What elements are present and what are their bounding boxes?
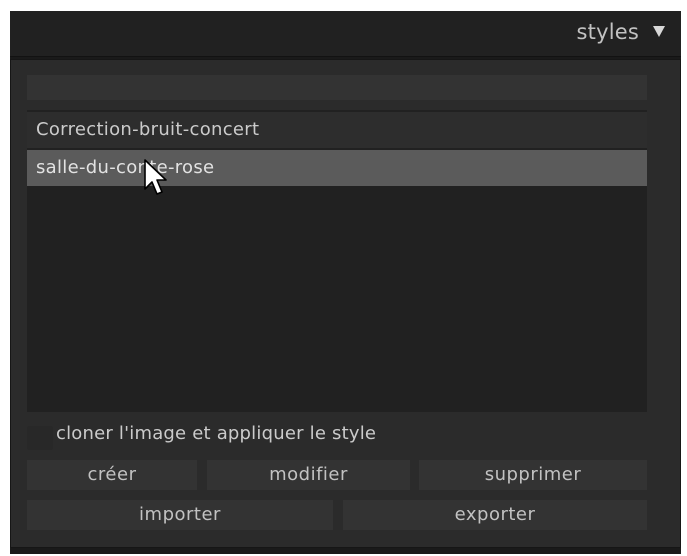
create-button[interactable]: créer xyxy=(27,460,197,490)
mouse-cursor-icon xyxy=(144,159,167,195)
module-header[interactable]: styles xyxy=(10,11,681,57)
styles-list[interactable]: Correction-bruit-concert salle-du-conte-… xyxy=(27,110,647,412)
clone-checkbox[interactable] xyxy=(27,426,53,450)
edit-button[interactable]: modifier xyxy=(207,460,410,490)
list-item[interactable]: Correction-bruit-concert xyxy=(27,112,647,148)
clone-checkbox-label[interactable]: cloner l'image et appliquer le style xyxy=(56,423,376,444)
import-button[interactable]: importer xyxy=(27,500,333,530)
list-item-selected[interactable]: salle-du-conte-rose xyxy=(27,150,647,186)
export-button[interactable]: exporter xyxy=(343,500,647,530)
style-filter-input[interactable] xyxy=(27,75,647,100)
triangle-down-icon[interactable] xyxy=(653,26,665,37)
delete-button[interactable]: supprimer xyxy=(419,460,647,490)
module-title: styles xyxy=(576,20,639,44)
